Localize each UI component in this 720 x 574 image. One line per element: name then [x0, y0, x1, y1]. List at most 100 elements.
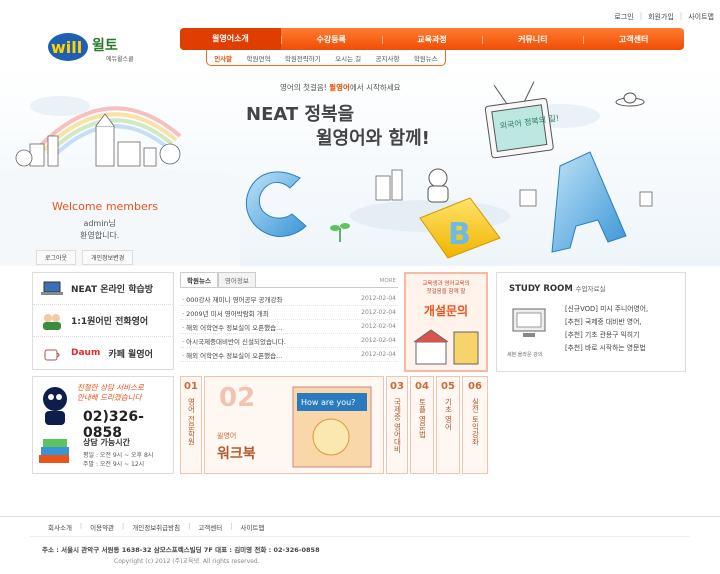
- study-item[interactable]: [추천] 바로 시작하는 영문법: [565, 342, 683, 355]
- sitemap-link[interactable]: 사이트맵: [688, 12, 714, 22]
- nav-support[interactable]: 고객센터: [583, 34, 684, 45]
- news-item[interactable]: · 2009년 미서 영어박람회 개최 2012-02-04: [180, 306, 398, 320]
- coffee-cup-icon: [44, 349, 60, 361]
- menu-cafe[interactable]: Daum 카페 윌영어: [33, 337, 173, 369]
- svg-text:B: B: [448, 217, 471, 252]
- workbook-cover-image: How are you?: [292, 386, 372, 468]
- menu-phone-english[interactable]: 1:1원어민 전화영어: [33, 305, 173, 337]
- study-item[interactable]: [신규VOD] 미시 주니어영어,: [565, 303, 683, 316]
- hero-tag-post: 에서 시작하세요: [349, 83, 401, 92]
- quick-menu: NEAT 온라인 학습방 1:1원어민 전화영어 Daum 카페 윌영어: [32, 272, 174, 370]
- phone-slogan-2: 안내해 드리겠습니다: [77, 393, 142, 402]
- hero-tag-brand: 윌영어: [329, 83, 350, 92]
- account-buttons: 로그아웃 개인정보변경: [36, 250, 134, 265]
- program-card-06[interactable]: 06 실전 토익강좌: [462, 376, 488, 474]
- workbook-title: How are you?: [301, 398, 355, 407]
- logout-button[interactable]: 로그아웃: [36, 250, 77, 265]
- hero-headline-1: NEAT 정복을: [246, 104, 355, 125]
- news-item[interactable]: · 000강사 재미니 영어공부 공개강좌 2012-02-04: [180, 292, 398, 306]
- hours-weekend: 주말 : 오전 9시 ~ 12시: [83, 461, 145, 468]
- welcome-user: admin님: [83, 219, 116, 228]
- tab-english-info[interactable]: 영어정보: [217, 272, 256, 287]
- menu-label: 카페 윌영어: [108, 349, 153, 360]
- menu-label: NEAT 온라인 학습방: [71, 285, 154, 295]
- footer-support[interactable]: 고객센터: [198, 522, 222, 532]
- footer-sitemap[interactable]: 사이트맵: [240, 522, 264, 532]
- study-room-panel: STUDY ROOM 수업자료실 세븐 올라운 강의 [신규VOD] 미시 주니…: [496, 272, 686, 372]
- nav-courses[interactable]: 교육과정: [381, 34, 483, 45]
- school-building-icon: [413, 329, 479, 365]
- login-link[interactable]: 로그인: [614, 12, 633, 22]
- subnav-directions[interactable]: 오시는 길: [335, 53, 361, 63]
- study-subtitle: 수업자료실: [575, 285, 606, 293]
- study-item[interactable]: [추천] 국제중 대비반 영어,: [565, 316, 683, 329]
- laptop-icon: [41, 281, 63, 295]
- counsel-line-1: 교육생과 영어교육의: [422, 281, 470, 287]
- people-icon: [43, 313, 61, 330]
- study-item[interactable]: [추천] 기초 관용구 익히기: [565, 329, 683, 342]
- separator: |: [79, 522, 83, 530]
- mascot-icon: [43, 387, 67, 425]
- main-nav: 윌영어소개 수강등록 교육과정 커뮤니티 고객센터: [180, 28, 684, 50]
- study-computer-icon: [512, 308, 546, 337]
- welcome-title: Welcome members: [52, 200, 159, 213]
- logo-brand-en: will: [51, 38, 82, 57]
- footer-copyright: Copyright (c) 2012 (주)교육넷. All rights re…: [114, 558, 260, 565]
- hours-title: 상담 가능시간: [83, 438, 130, 447]
- footer-company[interactable]: 회사소개: [48, 522, 72, 532]
- hero-tagline: 영어의 첫걸음! 윌영어에서 시작하세요: [280, 82, 401, 93]
- profile-edit-button[interactable]: 개인정보변경: [82, 250, 134, 265]
- separator: |: [679, 12, 683, 20]
- footer-links: 회사소개 | 이용약관 | 개인정보취급방침 | 고객센터 | 사이트맵: [48, 522, 264, 532]
- tab-academy-news[interactable]: 학원뉴스: [180, 272, 218, 287]
- nav-register[interactable]: 수강등록: [280, 34, 382, 45]
- nav-about[interactable]: 윌영어소개: [180, 28, 281, 50]
- daum-logo: Daum: [71, 348, 101, 358]
- footer-divider-2: [30, 536, 690, 537]
- subnav-news[interactable]: 학원뉴스: [414, 53, 438, 63]
- separator: |: [122, 522, 125, 530]
- logo-sub: 에듀윌스쿨: [106, 55, 134, 63]
- subnav-strategy[interactable]: 학원전략하기: [285, 53, 321, 63]
- subnav-greeting[interactable]: 인사말: [214, 53, 232, 63]
- phone-consult-box: 친절한 상담 서비스로 안내해 드리겠습니다 02)326-0858 상담 가능…: [32, 376, 174, 474]
- sub-nav: 인사말 학원연혁 학원전략하기 오시는 길 공지사항 학원뉴스: [206, 50, 446, 66]
- card-title: 워크북: [217, 446, 256, 462]
- logo-brand-ko: 윌토: [92, 38, 118, 54]
- program-cards: 01 영어 전문학원 02 윌영어 워크북 How are you? 03 국제…: [180, 376, 488, 474]
- counsel-line-2: 첫걸음을 함께 할: [426, 289, 466, 295]
- top-links: 로그인 | 회원가입 | 사이트맵: [614, 12, 714, 22]
- footer-terms[interactable]: 이용약관: [90, 522, 114, 532]
- counsel-title: 개설문의: [423, 304, 469, 318]
- menu-neat-online[interactable]: NEAT 온라인 학습방: [33, 273, 173, 305]
- welcome-message: 환영합니다.: [80, 231, 120, 240]
- footer-divider: [0, 516, 720, 517]
- signup-link[interactable]: 회원가입: [648, 12, 674, 22]
- program-card-05[interactable]: 05 기초 영어: [436, 376, 460, 474]
- site-logo[interactable]: will 윌토 에듀윌스쿨: [46, 30, 166, 64]
- news-item[interactable]: · 아시국제중대비반이 신설되었습니다. 2012-02-04: [180, 334, 398, 348]
- program-card-01[interactable]: 01 영어 전문학원: [180, 376, 202, 474]
- news-item[interactable]: · 해외 어학연수 정보실이 오픈했습... 2012-02-04: [180, 320, 398, 334]
- course-inquiry-banner[interactable]: 교육생과 영어교육의 첫걸음을 함께 할 개설문의: [404, 272, 488, 372]
- news-tabs: 학원뉴스 영어정보 MORE: [180, 272, 398, 288]
- separator: |: [230, 522, 233, 530]
- news-more-link[interactable]: MORE: [380, 278, 398, 287]
- program-card-02[interactable]: 02 윌영어 워크북 How are you?: [204, 376, 384, 474]
- footer-privacy[interactable]: 개인정보취급방침: [132, 522, 180, 532]
- program-card-03[interactable]: 03 국제중 영어대비: [386, 376, 408, 474]
- nav-community[interactable]: 커뮤니티: [482, 34, 583, 45]
- hours-weekday: 평일 : 오전 9시 ~ 오후 8시: [83, 452, 154, 459]
- subnav-history[interactable]: 학원연혁: [247, 53, 271, 63]
- card-label: 윌영어: [217, 432, 237, 440]
- phone-slogan-1: 친절한 상담 서비스로: [77, 383, 144, 392]
- subnav-notice[interactable]: 공지사항: [376, 53, 400, 63]
- books-icon: [39, 439, 69, 463]
- separator: |: [639, 12, 643, 20]
- news-item[interactable]: · 해외 어학연수 정보실이 오픈했습... 2012-02-04: [180, 348, 398, 362]
- logo-graphic: will 윌토 에듀윌스쿨: [48, 33, 134, 63]
- menu-label: 1:1원어민 전화영어: [71, 317, 149, 327]
- study-caption: 세븐 올라운 강의: [507, 352, 543, 358]
- program-card-04[interactable]: 04 토플 영문법: [410, 376, 434, 474]
- welcome-user-block: admin님 환영합니다.: [80, 218, 119, 242]
